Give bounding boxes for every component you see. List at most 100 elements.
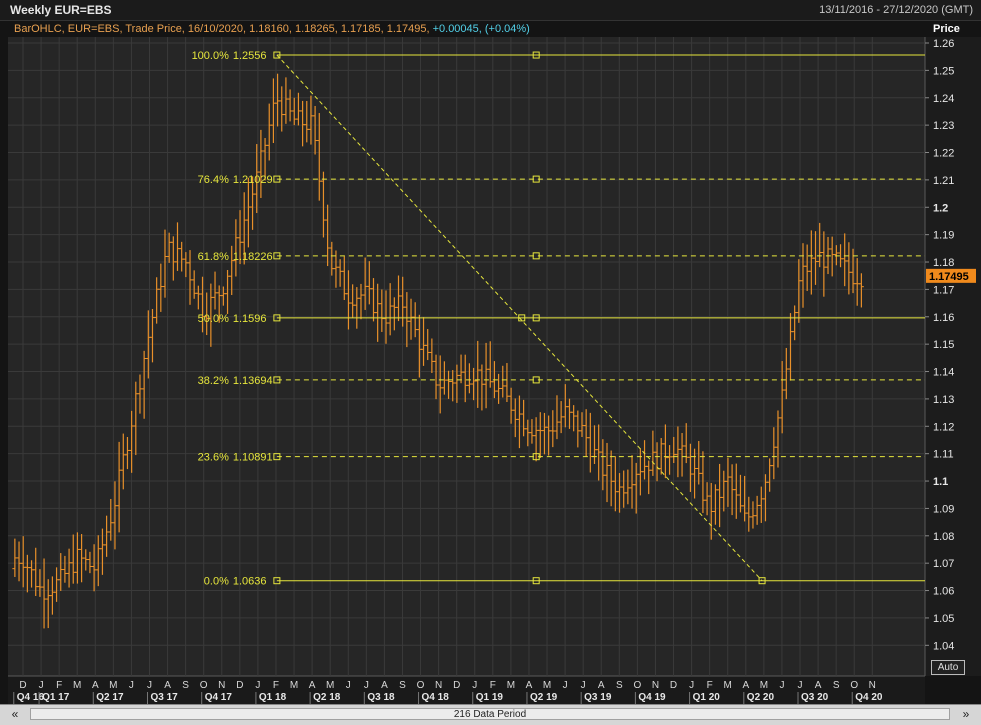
- y-tick-label: 1.13: [933, 394, 954, 406]
- month-label: M: [724, 680, 732, 691]
- month-label: F: [56, 680, 62, 691]
- y-tick-label: 1.18: [933, 257, 954, 269]
- month-label: N: [435, 680, 442, 691]
- y-tick-label: 1.09: [933, 503, 954, 515]
- scroll-thumb[interactable]: 216 Data Period: [30, 708, 950, 720]
- y-tick-label: 1.14: [933, 367, 954, 379]
- month-label: J: [129, 680, 134, 691]
- month-label: N: [869, 680, 876, 691]
- y-tick-label: 1.06: [933, 586, 954, 598]
- y-tick-label: 1.05: [933, 613, 954, 625]
- y-tick-label: 1.07: [933, 558, 954, 570]
- quarter-label: Q2 20: [747, 692, 775, 703]
- quarter-label: Q3 20: [801, 692, 829, 703]
- month-label: J: [364, 680, 369, 691]
- fib-pct-label: 100.0%: [192, 50, 230, 62]
- month-label: A: [92, 680, 99, 691]
- month-label: A: [815, 680, 822, 691]
- y-tick-label: 1.25: [933, 65, 954, 77]
- data-period-label: 216 Data Period: [453, 709, 527, 720]
- price-axis-area: [925, 37, 981, 676]
- fib-value-label: 1.0636: [233, 576, 267, 588]
- plot-area: [8, 37, 925, 676]
- quarter-label: Q1 20: [693, 692, 721, 703]
- fib-value-label: 1.18226: [233, 251, 273, 263]
- month-label: J: [689, 680, 694, 691]
- month-label: F: [273, 680, 279, 691]
- month-label: D: [453, 680, 460, 691]
- fib-pct-label: 23.6%: [198, 452, 229, 464]
- month-label: M: [290, 680, 298, 691]
- time-axis-area: [8, 676, 925, 704]
- timeline-scrollbar[interactable]: « 216 Data Period »: [0, 704, 981, 725]
- month-label: J: [147, 680, 152, 691]
- fib-pct-label: 76.4%: [198, 174, 229, 186]
- quarter-label: Q4 19: [638, 692, 666, 703]
- fib-value-label: 1.1596: [233, 313, 267, 325]
- fib-pct-label: 61.8%: [198, 251, 229, 263]
- y-tick-label: 1.2: [933, 202, 948, 214]
- fib-pct-label: 50.0%: [198, 313, 229, 325]
- chart-window: Weekly EUR=EBS 13/11/2016 - 27/12/2020 (…: [0, 0, 981, 725]
- month-label: O: [417, 680, 425, 691]
- month-label: A: [381, 680, 388, 691]
- scroll-right-button[interactable]: »: [955, 707, 977, 721]
- month-label: M: [760, 680, 768, 691]
- quarter-label: Q2 19: [530, 692, 558, 703]
- month-label: S: [833, 680, 840, 691]
- y-tick-label: 1.21: [933, 175, 954, 187]
- y-tick-label: 1.11: [933, 449, 954, 461]
- fib-value-label: 1.2556: [233, 50, 267, 62]
- scroll-left-button[interactable]: «: [4, 707, 26, 721]
- month-label: A: [309, 680, 316, 691]
- month-label: D: [236, 680, 243, 691]
- y-tick-label: 1.26: [933, 38, 954, 50]
- month-label: N: [652, 680, 659, 691]
- month-label: S: [399, 680, 406, 691]
- auto-scale-button[interactable]: Auto: [931, 660, 965, 675]
- y-tick-label: 1.12: [933, 421, 954, 433]
- quarter-label: Q4 17: [205, 692, 233, 703]
- month-label: A: [598, 680, 605, 691]
- quarter-label: Q4 20: [855, 692, 883, 703]
- month-label: A: [164, 680, 171, 691]
- y-tick-label: 1.04: [933, 640, 954, 652]
- month-label: S: [182, 680, 189, 691]
- quarter-label: Q4 18: [422, 692, 450, 703]
- quarter-label: Q1 19: [476, 692, 504, 703]
- month-label: S: [616, 680, 623, 691]
- quarter-label: Q3 19: [584, 692, 612, 703]
- fib-pct-label: 38.2%: [198, 375, 229, 387]
- month-label: O: [850, 680, 858, 691]
- quarter-label: Q3 18: [367, 692, 395, 703]
- month-label: N: [218, 680, 225, 691]
- month-label: J: [798, 680, 803, 691]
- month-label: F: [707, 680, 713, 691]
- y-tick-label: 1.08: [933, 531, 954, 543]
- month-label: J: [779, 680, 784, 691]
- quarter-label: Q2 17: [96, 692, 124, 703]
- month-label: J: [581, 680, 586, 691]
- fib-pct-label: 0.0%: [204, 576, 229, 588]
- month-label: J: [39, 680, 44, 691]
- month-label: M: [326, 680, 334, 691]
- y-tick-label: 1.22: [933, 148, 954, 160]
- month-label: O: [200, 680, 208, 691]
- month-label: O: [633, 680, 641, 691]
- month-label: M: [109, 680, 117, 691]
- month-label: D: [670, 680, 677, 691]
- month-label: M: [543, 680, 551, 691]
- month-label: A: [742, 680, 749, 691]
- y-tick-label: 1.16: [933, 312, 954, 324]
- quarter-label: Q1 17: [42, 692, 70, 703]
- fib-value-label: 1.10891: [233, 452, 273, 464]
- price-chart[interactable]: 100.0% 1.2556 76.4% 1.21029 61.8% 1.18226 50.0…: [0, 0, 981, 704]
- month-label: J: [346, 680, 351, 691]
- month-label: D: [19, 680, 26, 691]
- month-label: J: [472, 680, 477, 691]
- y-tick-label: 1.19: [933, 230, 954, 242]
- month-label: M: [507, 680, 515, 691]
- month-label: J: [563, 680, 568, 691]
- y-tick-label: 1.24: [933, 93, 954, 105]
- last-price-label: 1.17495: [929, 271, 969, 283]
